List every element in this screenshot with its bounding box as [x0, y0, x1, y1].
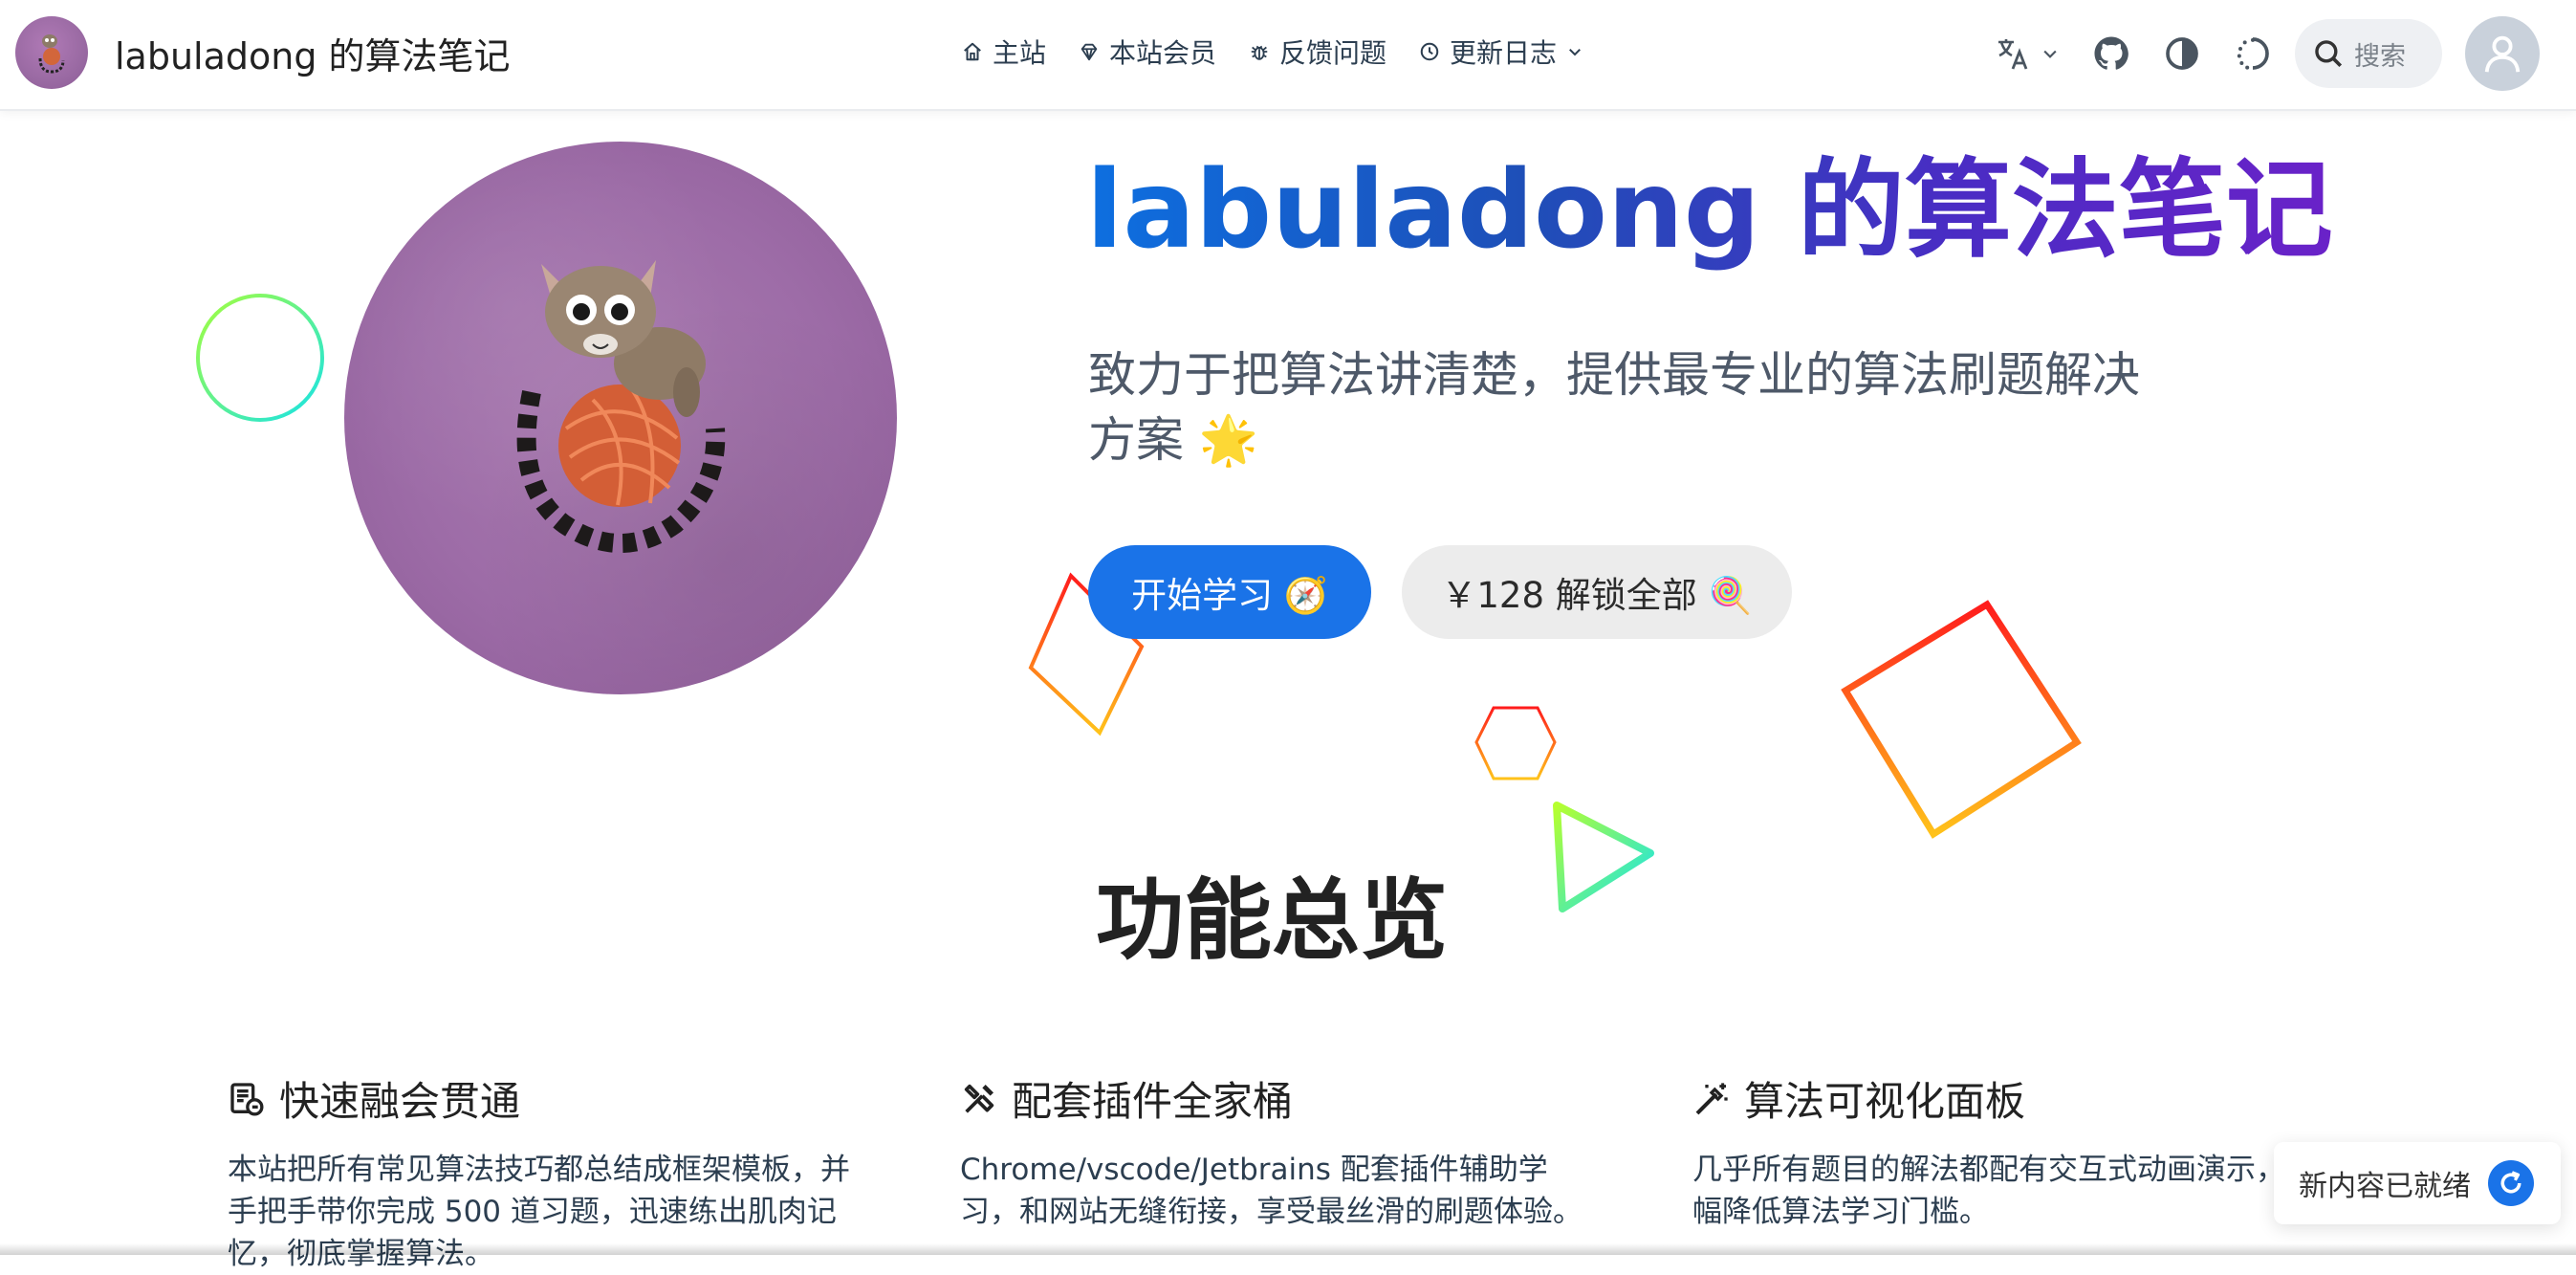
search-placeholder: 搜索: [2354, 41, 2406, 72]
feature-card-visualization: 算法可视化面板 几乎所有题目的解法都配有交互式动画演示，大幅降低算法学习门槛。: [1692, 1069, 2324, 1233]
chevron-down-icon: [1569, 49, 1582, 56]
decor-circle: [196, 294, 324, 422]
theme-toggle[interactable]: [2163, 34, 2201, 73]
feature-heading: 快速融会贯通: [228, 1069, 859, 1128]
tools-icon: [964, 1084, 994, 1113]
hero-description: 致力于把算法讲清楚，提供最专业的算法刷题解决方案 🌟: [1088, 347, 2140, 468]
top-navbar: labuladong 的算法笔记 主站 本站会员 反馈问题 更新日志 搜索: [0, 0, 2576, 111]
new-content-toast[interactable]: 新内容已就绪: [2274, 1142, 2561, 1224]
hero-mascot-image: [344, 142, 897, 694]
magic-wand-icon: [1695, 1082, 1728, 1114]
nav-link-feedback[interactable]: 反馈问题: [1249, 33, 1386, 71]
nav-link-membership-label: 本站会员: [1109, 37, 1217, 69]
translate-icon: [1998, 39, 2028, 70]
language-switcher[interactable]: [1995, 34, 2060, 73]
feature-description: 本站把所有常见算法技巧都总结成框架模板，并手把手带你完成 500 道习题，迅速练…: [228, 1153, 850, 1271]
search-icon: [2315, 40, 2343, 68]
refresh-button[interactable]: [2488, 1160, 2534, 1206]
feature-title: 算法可视化面板: [1744, 1078, 2026, 1125]
user-avatar[interactable]: [2465, 16, 2540, 91]
decor-square: [1841, 600, 2082, 839]
bug-icon: [1251, 45, 1268, 60]
template-book-icon: [230, 1082, 264, 1115]
github-icon: [2094, 36, 2128, 70]
features-section-title: 功能总览: [1096, 869, 1449, 972]
focus-mode-toggle[interactable]: [2234, 34, 2272, 73]
clock-icon: [1420, 42, 1439, 61]
nav-link-changelog-label: 更新日志: [1450, 37, 1558, 69]
site-logo[interactable]: [15, 16, 88, 89]
nav-link-feedback-label: 反馈问题: [1279, 37, 1387, 69]
decor-hexagon: [1474, 706, 1557, 780]
toast-text: 新内容已就绪: [2299, 1170, 2471, 1203]
gem-icon: [1081, 43, 1098, 61]
site-title[interactable]: labuladong 的算法笔记: [115, 27, 511, 79]
nav-link-membership[interactable]: 本站会员: [1079, 33, 1216, 71]
feature-description: 几乎所有题目的解法都配有交互式动画演示，大幅降低算法学习门槛。: [1692, 1153, 2315, 1229]
feature-title: 快速融会贯通: [279, 1078, 521, 1125]
bottom-edge-shadow: [0, 1243, 2576, 1255]
search-box[interactable]: 搜索: [2295, 19, 2442, 88]
feature-card-plugins: 配套插件全家桶 Chrome/vscode/Jetbrains 配套插件辅助学习…: [960, 1069, 1591, 1233]
chevron-down-icon: [2043, 50, 2057, 58]
user-icon: [2484, 35, 2521, 73]
nav-link-changelog[interactable]: 更新日志: [1419, 33, 1583, 71]
start-learning-button[interactable]: 开始学习 🧭: [1088, 545, 1371, 639]
site-brand[interactable]: labuladong 的算法笔记: [15, 15, 511, 90]
contrast-icon: [2166, 37, 2198, 70]
nav-link-home-label: 主站: [993, 37, 1047, 69]
feature-heading: 算法可视化面板: [1692, 1069, 2324, 1128]
feature-title: 配套插件全家桶: [1012, 1078, 1294, 1125]
decor-triangle: [1553, 802, 1654, 912]
refresh-icon: [2500, 1171, 2521, 1194]
unlock-all-button[interactable]: ￥128 解锁全部 🍭: [1402, 545, 1792, 639]
feature-heading: 配套插件全家桶: [960, 1069, 1591, 1128]
feature-description: Chrome/vscode/Jetbrains 配套插件辅助学习，和网站无缝衔接…: [960, 1153, 1583, 1229]
nav-tools: 搜索: [1962, 15, 2540, 92]
hero-title: labuladong 的算法笔记: [1086, 143, 2333, 277]
half-dotted-circle-icon: [2237, 37, 2269, 70]
github-link[interactable]: [2092, 34, 2130, 73]
nav-links: 主站 本站会员 反馈问题 更新日志: [962, 33, 1583, 71]
nav-link-home[interactable]: 主站: [962, 33, 1046, 71]
home-icon: [964, 42, 981, 61]
